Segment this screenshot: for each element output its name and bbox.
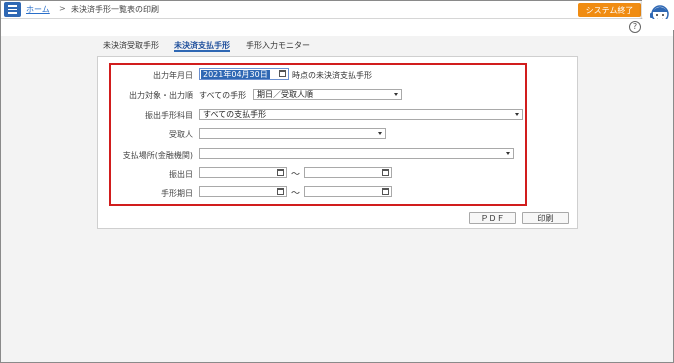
bank-select[interactable] [199,148,514,159]
chevron-down-icon [506,152,510,155]
order-select[interactable]: 期日／受取人順 [253,89,402,100]
print-button[interactable]: 印刷 [522,212,569,224]
due-date-from[interactable] [199,186,287,197]
calendar-icon[interactable] [277,188,284,195]
payee-label: 受取人 [169,130,193,139]
menu-icon[interactable] [4,2,21,17]
due-date-label: 手形期日 [161,189,193,198]
tab-note-monitor[interactable]: 手形入力モニター [246,40,310,52]
order-select-value: 期日／受取人順 [257,90,313,99]
issue-date-from[interactable] [199,167,287,178]
chevron-down-icon [394,93,398,96]
output-date-value: 2021年04月30日 [201,70,270,79]
target-value: すべての手形 [199,91,247,100]
output-date-label: 出力年月日 [153,71,193,80]
account-select-value: すべての支払手形 [203,110,267,119]
range-separator: 〜 [291,170,301,180]
pdf-button[interactable]: ＰＤＦ [469,212,516,224]
chevron-down-icon [378,132,382,135]
tab-payable-notes[interactable]: 未決済支払手形 [174,40,230,52]
output-date-field[interactable]: 2021年04月30日 [199,68,289,80]
due-date-to[interactable] [304,186,392,197]
issue-date-label: 振出日 [169,170,193,179]
bank-label: 支払場所(金融機関) [122,151,193,160]
calendar-icon[interactable] [382,188,389,195]
tab-receivable-notes[interactable]: 未決済受取手形 [103,40,159,52]
target-label: 出力対象・出力順 [129,91,193,100]
breadcrumb-separator: > [59,4,66,13]
account-label: 振出手形科目 [145,111,193,120]
range-separator: 〜 [291,189,301,199]
top-bar: ホーム > 未決済手形一覧表の印刷 システム終了 [1,1,673,19]
breadcrumb-home-link[interactable]: ホーム [26,4,50,15]
help-row: ? [1,19,673,36]
output-date-suffix: 時点の未決済支払手形 [292,71,372,80]
calendar-icon[interactable] [382,169,389,176]
breadcrumb-current: 未決済手形一覧表の印刷 [71,5,159,14]
issue-date-to[interactable] [304,167,392,178]
help-icon[interactable]: ? [629,21,641,33]
calendar-icon[interactable] [277,169,284,176]
account-select[interactable]: すべての支払手形 [199,109,523,120]
calendar-icon[interactable] [279,70,286,77]
chevron-down-icon [515,113,519,116]
system-exit-button[interactable]: システム終了 [578,3,641,17]
payee-select[interactable] [199,128,386,139]
